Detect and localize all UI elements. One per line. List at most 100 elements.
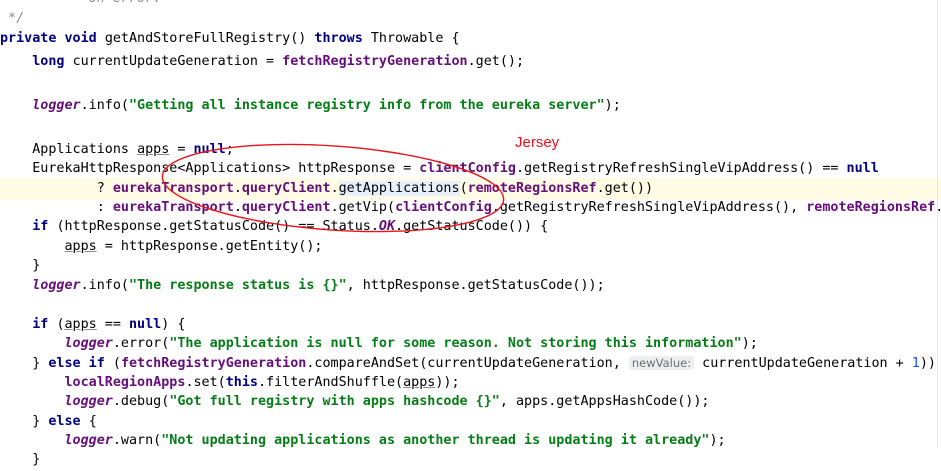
code-token: Throwable { bbox=[370, 31, 460, 46]
code-token: long bbox=[32, 54, 73, 69]
code-line[interactable]: logger.info("Getting all instance regist… bbox=[0, 95, 941, 117]
code-token: "Getting all instance registry info from… bbox=[129, 98, 605, 113]
code-token: ); bbox=[741, 336, 758, 351]
code-token: "The application is null for some reason… bbox=[169, 336, 742, 351]
code-token: } bbox=[0, 258, 41, 273]
code-token: .info( bbox=[80, 278, 129, 293]
code-token: .getRegistryRefreshSingleVipAddress() == bbox=[515, 161, 847, 176]
code-token: logger bbox=[32, 278, 81, 293]
code-token: ) { bbox=[161, 317, 186, 332]
code-token: apps bbox=[137, 142, 170, 157]
code-token: .getRegistryRefreshSingleVipAddress(), bbox=[491, 200, 807, 215]
code-token: .warn( bbox=[112, 433, 162, 448]
code-line[interactable]: } bbox=[0, 255, 941, 277]
code-token: EurekaHttpResponse<Applications> httpRes… bbox=[0, 161, 420, 176]
annotation-label: Jersey bbox=[515, 134, 560, 151]
code-token: remoteRegionsRef bbox=[467, 181, 597, 196]
code-token: null bbox=[193, 142, 226, 157]
code-token: ); bbox=[709, 433, 726, 448]
code-token: private void bbox=[0, 31, 105, 46]
code-token: eurekaTransport bbox=[112, 181, 234, 196]
code-token: logger bbox=[64, 433, 113, 448]
code-token: == bbox=[96, 317, 129, 332]
right-margin-guide bbox=[937, 0, 938, 447]
code-token: * on error. bbox=[0, 0, 161, 6]
code-token: ( bbox=[56, 317, 65, 332]
code-token: . bbox=[233, 181, 242, 196]
code-token: "Got full registry with apps hashcode {}… bbox=[169, 394, 500, 409]
code-token: null bbox=[846, 161, 879, 176]
code-line[interactable]: private void getAndStoreFullRegistry() t… bbox=[0, 28, 941, 50]
code-token: queryClient bbox=[241, 200, 331, 215]
code-token: (httpResponse.getStatusCode() == Status. bbox=[56, 219, 379, 234]
code-token: , httpResponse.getStatusCode()); bbox=[346, 278, 605, 293]
code-token: throws bbox=[314, 31, 371, 46]
parameter-hint: newValue: bbox=[628, 356, 695, 370]
code-token: ; bbox=[225, 142, 234, 157]
code-token: Applications bbox=[0, 142, 138, 157]
code-token: getApplications bbox=[338, 181, 460, 196]
code-token: .getStatusCode()) { bbox=[395, 219, 549, 234]
code-token: = bbox=[169, 142, 194, 157]
code-token: null bbox=[129, 317, 162, 332]
code-line[interactable]: long currentUpdateGeneration = fetchRegi… bbox=[0, 51, 941, 73]
code-token: { bbox=[88, 414, 97, 429]
code-token: ( bbox=[459, 181, 468, 196]
code-token: eurekaTransport bbox=[112, 200, 234, 215]
code-token: .info( bbox=[80, 98, 129, 113]
code-token: = httpResponse.getEntity(); bbox=[96, 239, 323, 254]
code-token: .error( bbox=[112, 336, 170, 351]
code-token: this bbox=[225, 375, 258, 390]
code-token: */ bbox=[0, 11, 25, 26]
code-token: fetchRegistryGeneration bbox=[282, 54, 468, 69]
code-token: currentUpdateGeneration + bbox=[694, 356, 912, 371]
code-token: } bbox=[0, 414, 49, 429]
code-token: logger bbox=[64, 394, 113, 409]
code-token: ? bbox=[0, 181, 113, 196]
code-token: if bbox=[32, 317, 57, 332]
code-token: . bbox=[233, 200, 242, 215]
code-token: apps bbox=[64, 317, 97, 332]
code-token: currentUpdateGeneration = bbox=[72, 54, 283, 69]
code-token: .debug( bbox=[112, 394, 170, 409]
code-line[interactable]: EurekaHttpResponse<Applications> httpRes… bbox=[0, 158, 941, 180]
code-line[interactable]: logger.debug("Got full registry with app… bbox=[0, 391, 941, 413]
code-token: OK bbox=[378, 219, 396, 234]
code-token: clientConfig bbox=[419, 161, 516, 176]
code-token: logger bbox=[32, 98, 81, 113]
code-token: . bbox=[330, 181, 339, 196]
code-token: remoteRegionsRef bbox=[806, 200, 936, 215]
code-token: queryClient bbox=[241, 181, 331, 196]
code-token: )); bbox=[435, 375, 460, 390]
code-token: .getVip( bbox=[330, 200, 396, 215]
code-token: localRegionApps bbox=[64, 375, 186, 390]
code-line[interactable]: } else if (fetchRegistryGeneration.compa… bbox=[0, 352, 941, 374]
code-editor[interactable]: * on error. */ private void getAndStoreFu… bbox=[0, 0, 941, 467]
code-token: apps bbox=[64, 239, 97, 254]
code-token: .get()) bbox=[596, 181, 654, 196]
code-token: .get(); bbox=[467, 54, 525, 69]
code-token: logger bbox=[64, 336, 113, 351]
code-token: clientConfig bbox=[395, 200, 492, 215]
code-token: if bbox=[32, 219, 57, 234]
code-token: } bbox=[0, 356, 49, 371]
code-line[interactable]: */ bbox=[0, 8, 941, 30]
code-token: 1 bbox=[911, 356, 920, 371]
code-token: : bbox=[0, 200, 113, 215]
code-line[interactable]: if (httpResponse.getStatusCode() == Stat… bbox=[0, 216, 941, 238]
code-line[interactable]: } bbox=[0, 449, 941, 471]
code-token: apps bbox=[403, 375, 436, 390]
code-token: , apps.getAppsHashCode()); bbox=[499, 394, 710, 409]
code-line[interactable]: logger.info("The response status is {}",… bbox=[0, 275, 941, 297]
code-token: .set( bbox=[185, 375, 226, 390]
code-token: else bbox=[48, 414, 89, 429]
